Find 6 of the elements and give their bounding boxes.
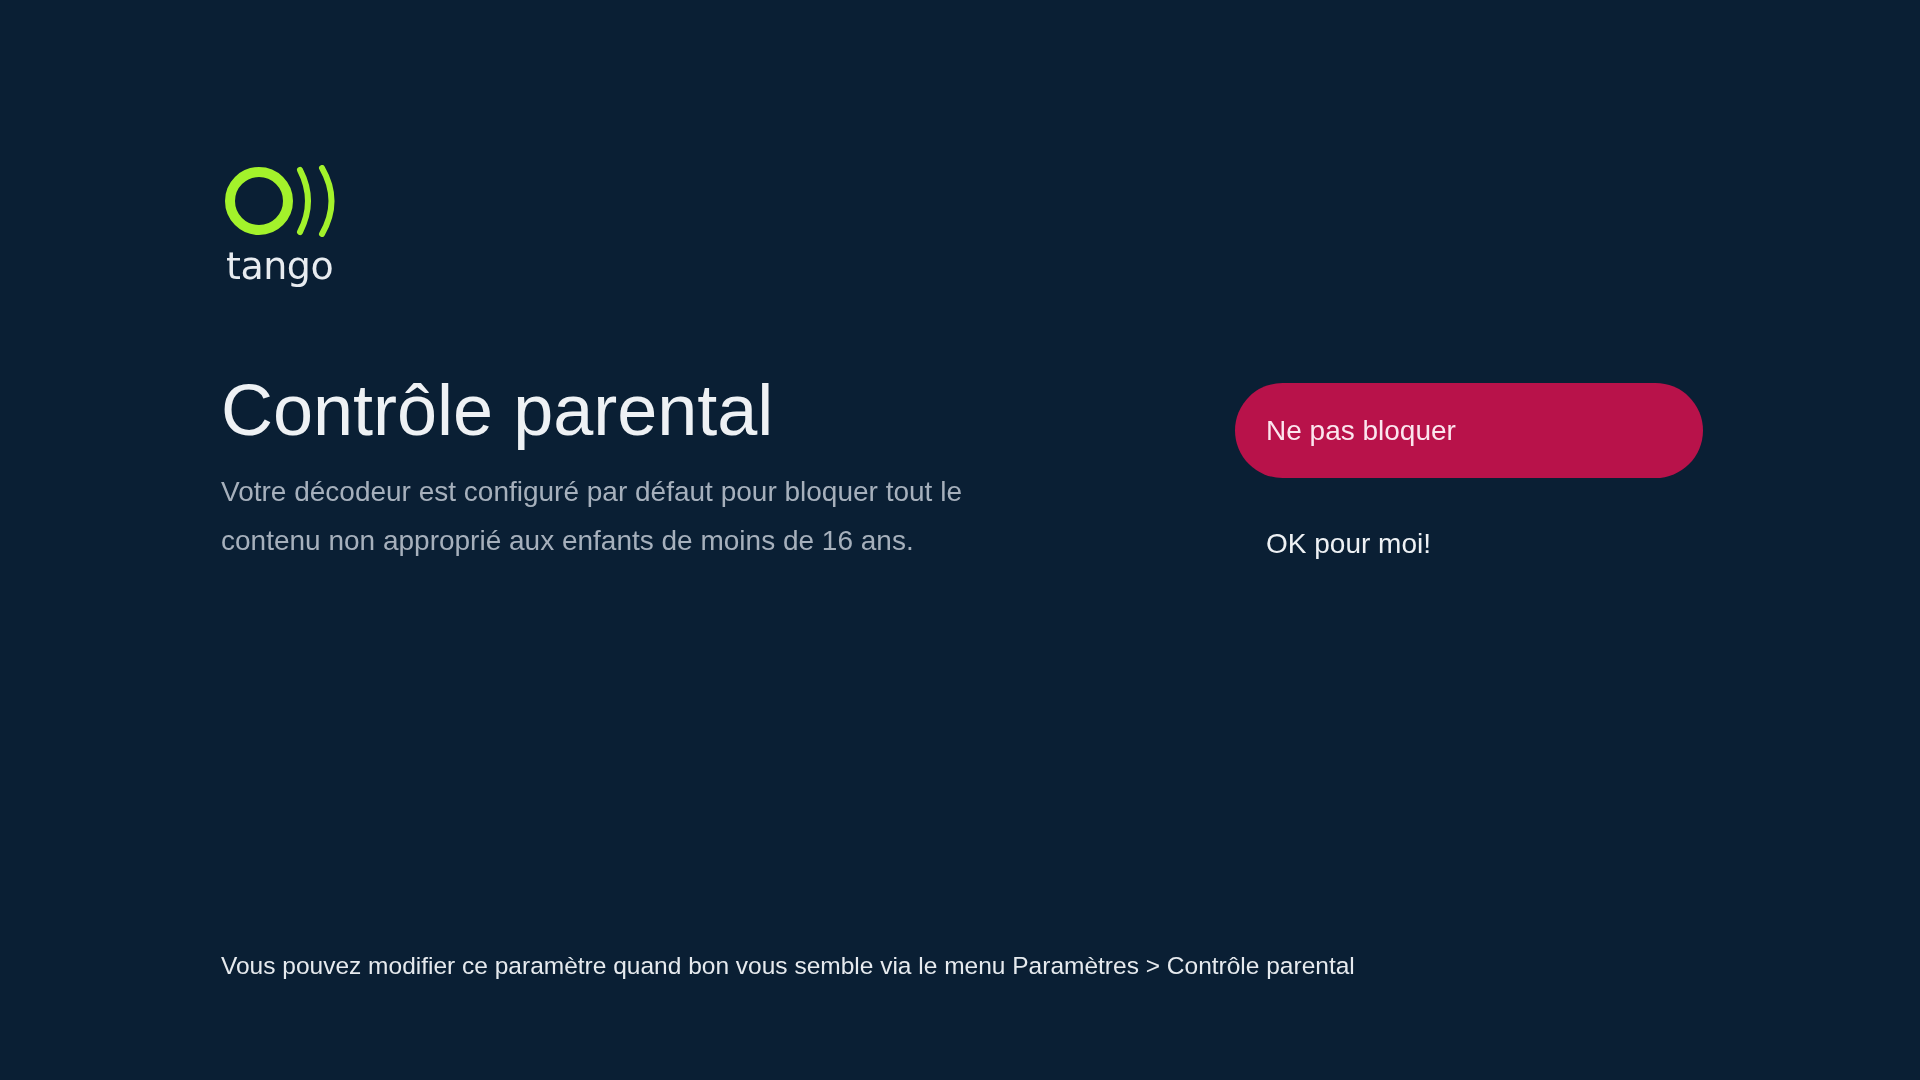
description-text: Votre décodeur est configuré par défaut pour bloquer tout le contenu non approprié aux enfants de moins de 16 ans. bbox=[221, 475, 963, 558]
page-title: Contrôle parental bbox=[221, 369, 775, 452]
logo-text: tango bbox=[226, 245, 334, 287]
option-button[interactable]: OK pour moi! bbox=[1235, 527, 1462, 561]
footer-hint: Vous pouvez modifier ce paramètre quand bon vous semble via le menu Paramètres > Contrôle parental bbox=[221, 951, 1355, 981]
option-button[interactable]: Ne pas bloquer bbox=[1235, 383, 1703, 478]
